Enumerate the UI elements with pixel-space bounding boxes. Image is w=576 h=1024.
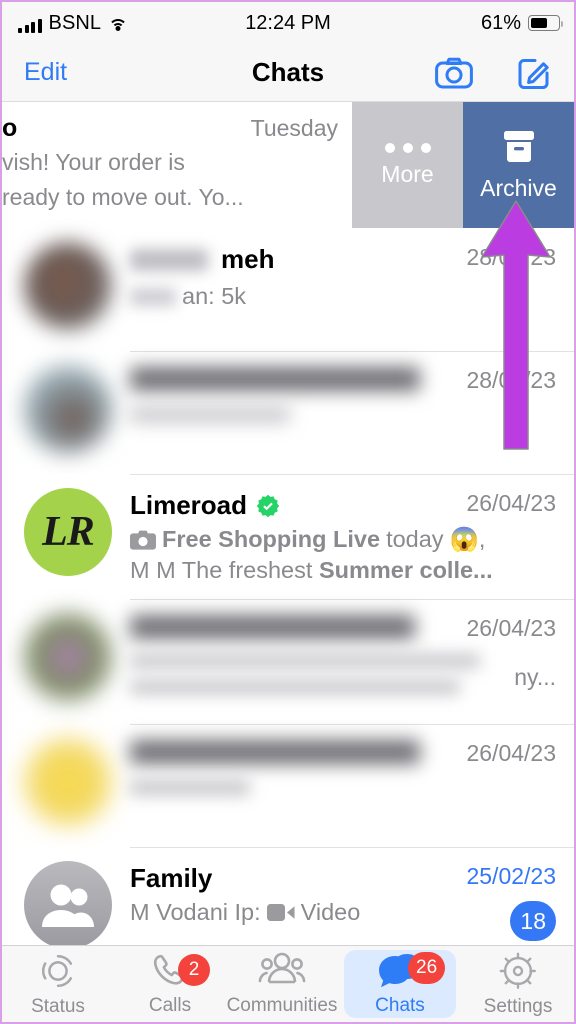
redacted-name-block — [130, 248, 208, 271]
tab-calls[interactable]: 2 Calls — [114, 950, 226, 1018]
communities-icon — [258, 952, 306, 984]
chat-message-plain: today — [386, 526, 444, 552]
chat-name: Family — [130, 863, 213, 893]
chat-item-meta: 25/02/23 18 — [466, 863, 556, 941]
chat-message-tail: ny... — [514, 664, 556, 690]
avatar: LR — [24, 488, 112, 576]
compose-icon[interactable] — [514, 56, 554, 90]
redacted-name-block — [130, 367, 420, 391]
chat-list-item[interactable]: 28/04/23 — [2, 351, 574, 474]
swiped-chat-message-line2: ready to move out. Yo... — [2, 183, 244, 210]
chat-item-meta: 26/04/23 — [466, 490, 556, 517]
chat-item-meta: 28/04/23 — [466, 244, 556, 271]
battery-percent-label: 61% — [480, 11, 521, 34]
redacted-message-block — [130, 680, 460, 694]
tab-label: Chats — [375, 995, 425, 1016]
avatar — [24, 242, 112, 330]
tab-badge: 26 — [408, 952, 446, 984]
redacted-name-block — [130, 740, 420, 764]
chat-list-item[interactable]: 26/04/23 — [2, 724, 574, 847]
status-ring-icon — [42, 954, 73, 988]
chat-date: 26/04/23 — [466, 740, 556, 766]
video-camera-icon — [266, 904, 295, 922]
redacted-message-block — [130, 780, 250, 795]
chat-message-bold: Free Shopping Live — [162, 526, 381, 552]
navigation-bar: Edit Chats — [2, 44, 574, 102]
unread-badge: 18 — [510, 901, 556, 941]
redacted-name-block — [130, 615, 415, 639]
camera-small-icon — [130, 530, 156, 550]
tab-label: Communities — [226, 995, 338, 1016]
nav-actions — [434, 56, 554, 90]
chat-message-body: Video — [300, 899, 361, 925]
status-bar: BSNL 12:24 PM 61% — [2, 2, 574, 44]
chat-date: 25/02/23 — [466, 863, 556, 889]
chat-message: an: 5k — [182, 283, 247, 309]
redacted-message-block — [130, 287, 176, 306]
swipe-action-archive-label: Archive — [480, 174, 557, 201]
tab-chats[interactable]: 26 Chats — [344, 950, 456, 1018]
chat-item-meta: 28/04/23 — [466, 367, 556, 394]
swipe-action-more[interactable]: More — [352, 102, 463, 228]
tab-communities[interactable]: Communities — [226, 950, 338, 1018]
redacted-message-block — [130, 407, 290, 422]
chat-message-sender: M Vodani Ip: — [130, 899, 261, 925]
swiped-chat-message-line1: vish! Your order is — [2, 149, 185, 175]
chat-date: 28/04/23 — [466, 367, 556, 393]
avatar — [24, 365, 112, 453]
archive-box-icon — [503, 130, 534, 162]
chat-date: 26/04/23 — [466, 490, 556, 516]
chat-date: 28/04/23 — [466, 244, 556, 270]
tab-badge: 2 — [178, 954, 210, 986]
chat-list-item[interactable]: LR Limeroad Free Shopping Live today 😱, … — [2, 474, 574, 599]
phone-screen: BSNL 12:24 PM 61% Edit Chats o Tuesday v… — [0, 0, 576, 1024]
chat-name: meh — [221, 244, 275, 274]
chat-date: 26/04/23 — [466, 615, 556, 641]
chat-list-item[interactable]: meh an: 5k 28/04/23 — [2, 228, 574, 351]
tab-status[interactable]: Status — [2, 950, 114, 1018]
chat-message-line2-bold: Summer colle... — [318, 557, 493, 584]
group-avatar-icon — [42, 884, 94, 927]
tab-settings[interactable]: Settings — [462, 950, 574, 1018]
swiped-chat-date: Tuesday — [250, 115, 338, 141]
chat-list-item[interactable]: 26/04/23 ny... — [2, 599, 574, 724]
status-bar-right: 61% — [480, 11, 564, 35]
redacted-message-block — [130, 654, 480, 668]
battery-icon — [528, 15, 564, 31]
avatar — [24, 613, 112, 701]
tab-bar: Status 2 Calls Communities 26 Chats Sett… — [2, 945, 574, 1022]
swipe-action-archive[interactable]: Archive — [463, 102, 574, 228]
swiped-chat-row[interactable]: o Tuesday vish! Your order is ready to m… — [2, 102, 574, 228]
swiped-chat-name: o — [2, 114, 18, 142]
gear-icon — [499, 952, 536, 989]
ellipsis-icon — [384, 142, 431, 153]
camera-icon[interactable] — [434, 56, 474, 90]
chat-name: Limeroad — [130, 490, 248, 520]
chat-message-line2-plain: M M The freshest — [130, 557, 313, 584]
chat-item-meta: 26/04/23 ny... — [466, 615, 556, 691]
avatar — [24, 861, 112, 949]
tab-label: Calls — [148, 995, 192, 1016]
verified-badge-icon — [256, 494, 280, 517]
swiped-chat-content[interactable]: o Tuesday vish! Your order is ready to m… — [2, 102, 352, 228]
chat-list-item[interactable]: Family M Vodani Ip: Video 25/02/23 18 — [2, 847, 574, 957]
chat-list: meh an: 5k 28/04/23 28/04/23 LR Limeroad… — [2, 228, 574, 957]
swipe-action-more-label: More — [381, 160, 434, 187]
chat-item-meta: 26/04/23 — [466, 740, 556, 767]
chat-message-emoji: 😱, — [449, 526, 486, 552]
avatar — [24, 738, 112, 826]
avatar-initials: LR — [42, 509, 95, 555]
tab-label: Status — [31, 996, 85, 1017]
tab-label: Settings — [483, 996, 553, 1017]
